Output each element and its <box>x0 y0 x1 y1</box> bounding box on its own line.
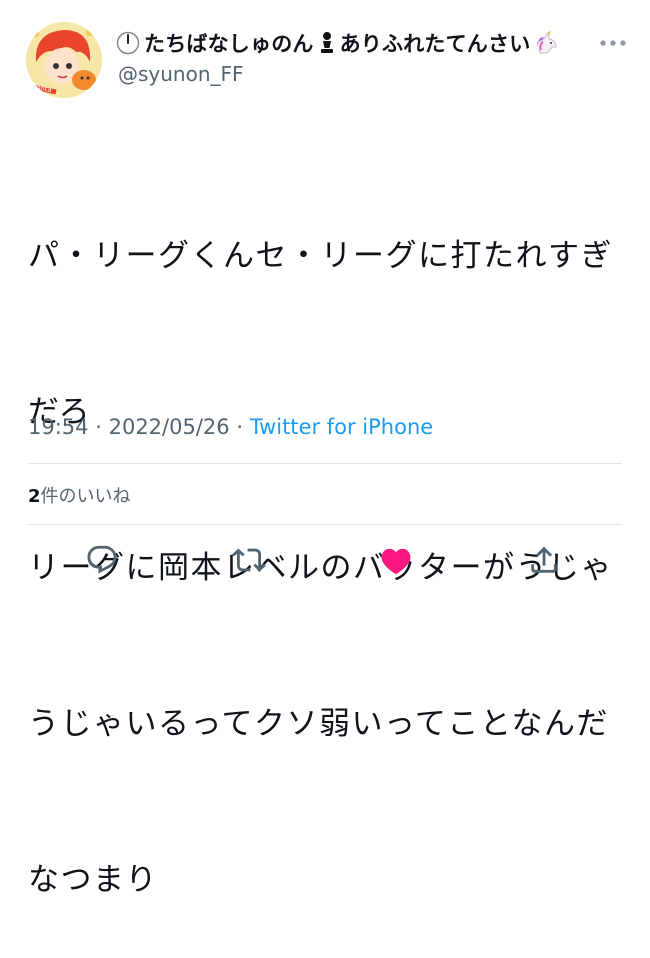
retweet-button[interactable] <box>229 540 269 580</box>
heart-icon <box>381 548 411 575</box>
likes-label: 件のいいね <box>40 486 131 507</box>
reply-button[interactable] <box>82 540 122 580</box>
avatar[interactable]: Ponta <box>26 22 102 98</box>
likes-summary[interactable]: 2件のいいね <box>28 482 131 508</box>
display-name: たちばなしゅのん <box>144 32 314 56</box>
user-handle[interactable]: @syunon_FF <box>118 62 244 86</box>
tweet-header: Ponta たちばなしゅのん ありふれたてんさい @syunon_FF <box>26 18 626 98</box>
tweet-text-line: なつまり <box>28 862 158 898</box>
share-button[interactable] <box>524 540 564 580</box>
unicorn-icon <box>534 31 562 55</box>
divider <box>28 524 622 525</box>
tweet-time[interactable]: 19:54 <box>28 415 89 439</box>
meta-separator: · <box>236 415 244 439</box>
tweet-date[interactable]: 2022/05/26 <box>109 415 230 439</box>
more-dots-icon[interactable] <box>600 32 626 51</box>
display-name-suffix: ありふれたてんさい <box>339 32 531 56</box>
tweet-meta: 19:54 · 2022/05/26 · Twitter for iPhone <box>28 415 433 439</box>
tweet-text-line: パ・リーグくんセ・リーグに打たれすぎ <box>28 238 613 274</box>
share-icon <box>531 546 557 573</box>
likes-count: 2 <box>28 486 41 507</box>
divider <box>28 463 622 464</box>
meta-separator: · <box>95 415 102 439</box>
chess-pawn-icon <box>318 31 336 55</box>
tweet-text-line: うじゃいるってクソ弱いってことなんだ <box>28 706 609 742</box>
like-button[interactable] <box>376 540 416 580</box>
clock-icon <box>116 31 140 55</box>
tweet-source-link[interactable]: Twitter for iPhone <box>250 415 434 439</box>
retweet-icon <box>232 548 266 572</box>
display-name-row[interactable]: たちばなしゅのん ありふれたてんさい <box>116 28 562 58</box>
reply-icon <box>87 545 117 574</box>
